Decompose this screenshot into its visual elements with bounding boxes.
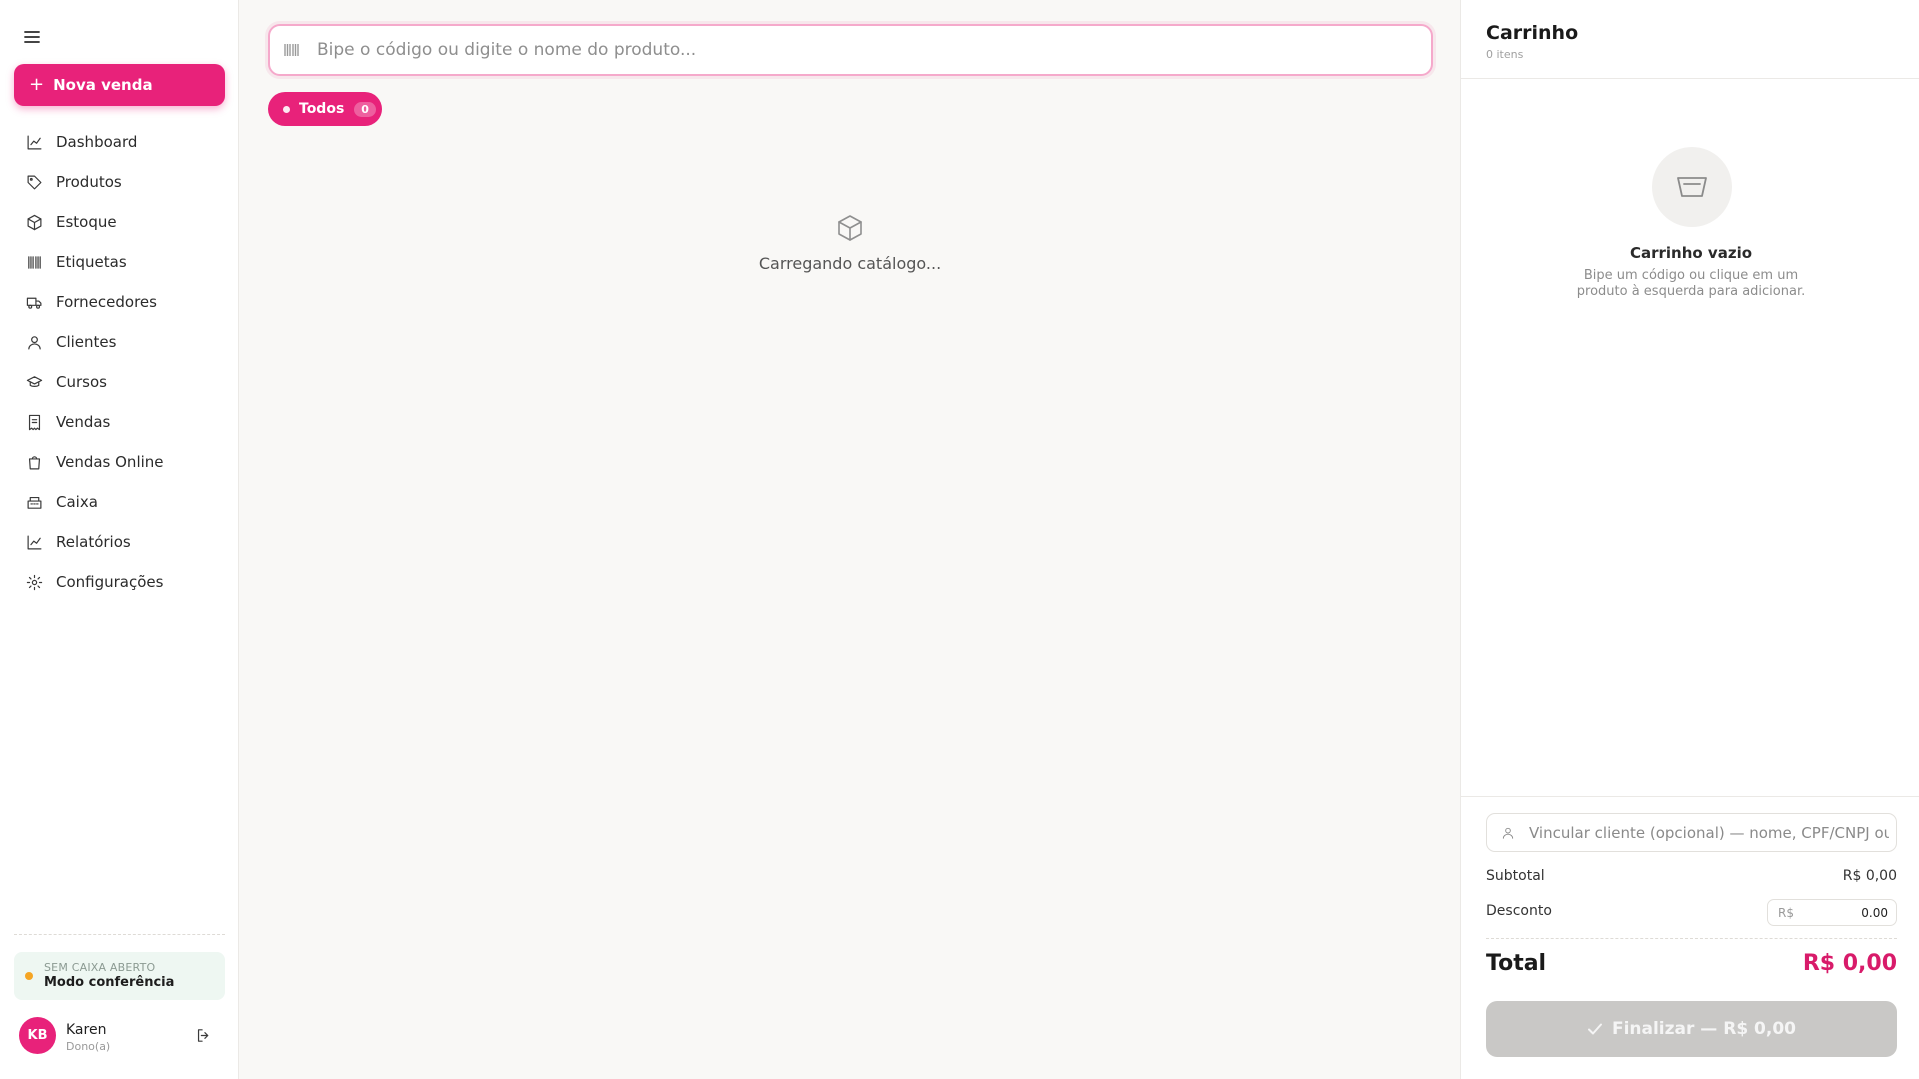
logout-button[interactable]: [195, 1027, 212, 1044]
loading-text: Carregando catálogo...: [758, 254, 942, 273]
cart-footer: Subtotal R$ 0,00 Desconto R$ Total R$ 0,…: [1461, 796, 1919, 1079]
cart-panel: Carrinho 0 itens Carrinho vazio Bipe um …: [1460, 0, 1919, 1079]
search-input[interactable]: [317, 40, 1397, 60]
new-sale-label: Nova venda: [53, 76, 153, 94]
user-role: Dono(a): [66, 1040, 111, 1053]
subtotal-value: R$ 0,00: [1842, 868, 1897, 884]
empty-cart-description: Bipe um código ou clique em um produto à…: [1576, 268, 1806, 299]
sidebar-item-label: Vendas Online: [56, 453, 164, 471]
finish-sale-label: Finalizar — R$ 0,00: [1611, 1019, 1797, 1039]
sidebar-item-label: Fornecedores: [56, 293, 157, 311]
currency-prefix: R$: [1778, 905, 1794, 920]
user-name: Karen: [66, 1022, 107, 1038]
sidebar-item-label: Dashboard: [56, 133, 138, 151]
finish-sale-button[interactable]: Finalizar — R$ 0,00: [1486, 1001, 1897, 1057]
sidebar-item-vendas-online[interactable]: Vendas Online: [14, 442, 225, 482]
subtotal-label: Subtotal: [1486, 868, 1545, 884]
sidebar-item-cursos[interactable]: Cursos: [14, 362, 225, 402]
cash-mode-text: Modo conferência: [44, 975, 175, 990]
hamburger-icon[interactable]: [22, 27, 42, 47]
tag-icon: [27, 175, 42, 189]
filter-chip-todos[interactable]: Todos 0: [268, 92, 382, 126]
sidebar-item-estoque[interactable]: Estoque: [14, 202, 225, 242]
discount-label: Desconto: [1486, 903, 1552, 919]
sidebar-item-label: Vendas: [56, 413, 111, 431]
sidebar-item-label: Relatórios: [56, 533, 131, 551]
cash-status-text: SEM CAIXA ABERTO: [44, 961, 156, 974]
sidebar-item-label: Estoque: [56, 213, 117, 231]
sidebar-item-fornecedores[interactable]: Fornecedores: [14, 282, 225, 322]
sidebar-item-label: Produtos: [56, 173, 122, 191]
user-icon: [28, 335, 41, 349]
barcode-icon: [284, 44, 299, 56]
sidebar-item-produtos[interactable]: Produtos: [14, 162, 225, 202]
empty-cart-illustration: [1652, 147, 1732, 227]
plus-icon: +: [29, 74, 45, 95]
box-icon: [838, 215, 862, 241]
sidebar-item-label: Configurações: [56, 573, 164, 591]
box-icon: [27, 214, 42, 230]
chip-dot: [283, 105, 290, 113]
sidebar: + Nova venda Dashboard Produtos Estoque …: [0, 0, 239, 1079]
link-client-field[interactable]: [1486, 813, 1897, 852]
cash-register-icon: [27, 496, 42, 509]
sidebar-item-label: Clientes: [56, 333, 117, 351]
sidebar-item-dashboard[interactable]: Dashboard: [14, 122, 225, 162]
sidebar-item-relatorios[interactable]: Relatórios: [14, 522, 225, 562]
chip-count-badge: 0: [354, 101, 376, 117]
truck-icon: [26, 297, 42, 309]
logout-icon: [197, 1029, 209, 1042]
gear-icon: [26, 574, 43, 590]
cart-item-count: 0 itens: [1486, 48, 1524, 61]
graduation-cap-icon: [26, 375, 43, 387]
chart-line-icon: [27, 535, 42, 549]
sidebar-item-vendas[interactable]: Vendas: [14, 402, 225, 442]
user-profile: KB Karen Dono(a): [19, 1017, 219, 1055]
user-icon: [1502, 827, 1514, 839]
catalog-loading: Carregando catálogo...: [700, 212, 1000, 273]
discount-input[interactable]: [1798, 905, 1888, 920]
client-input[interactable]: [1529, 823, 1889, 842]
new-sale-button[interactable]: + Nova venda: [14, 64, 225, 106]
sidebar-item-etiquetas[interactable]: Etiquetas: [14, 242, 225, 282]
product-search[interactable]: [268, 24, 1433, 76]
cart-header: Carrinho 0 itens: [1461, 0, 1919, 79]
sidebar-item-configuracoes[interactable]: Configurações: [14, 562, 225, 602]
sidebar-item-clientes[interactable]: Clientes: [14, 322, 225, 362]
barcode-icon: [28, 255, 41, 269]
sidebar-item-label: Cursos: [56, 373, 107, 391]
empty-cart-title: Carrinho vazio: [1629, 244, 1753, 262]
sidebar-divider: [14, 934, 225, 935]
cart-title: Carrinho: [1486, 22, 1579, 44]
check-icon: [1587, 1023, 1602, 1035]
sidebar-item-label: Etiquetas: [56, 253, 127, 271]
status-dot: [25, 972, 33, 980]
chart-line-icon: [27, 135, 42, 149]
chip-label: Todos: [299, 101, 345, 117]
total-value: R$ 0,00: [1802, 951, 1897, 976]
sidebar-nav: Dashboard Produtos Estoque Etiquetas For…: [14, 122, 225, 602]
total-label: Total: [1486, 951, 1547, 976]
total-divider: [1486, 938, 1897, 939]
sidebar-item-label: Caixa: [56, 493, 98, 511]
sidebar-item-caixa[interactable]: Caixa: [14, 482, 225, 522]
discount-field[interactable]: R$: [1767, 899, 1897, 926]
cash-status-box: SEM CAIXA ABERTO Modo conferência: [14, 952, 225, 1000]
avatar[interactable]: KB: [19, 1017, 56, 1054]
shopping-bag-icon: [28, 455, 41, 469]
receipt-icon: [28, 414, 41, 430]
shopping-basket-icon: [1677, 177, 1707, 197]
